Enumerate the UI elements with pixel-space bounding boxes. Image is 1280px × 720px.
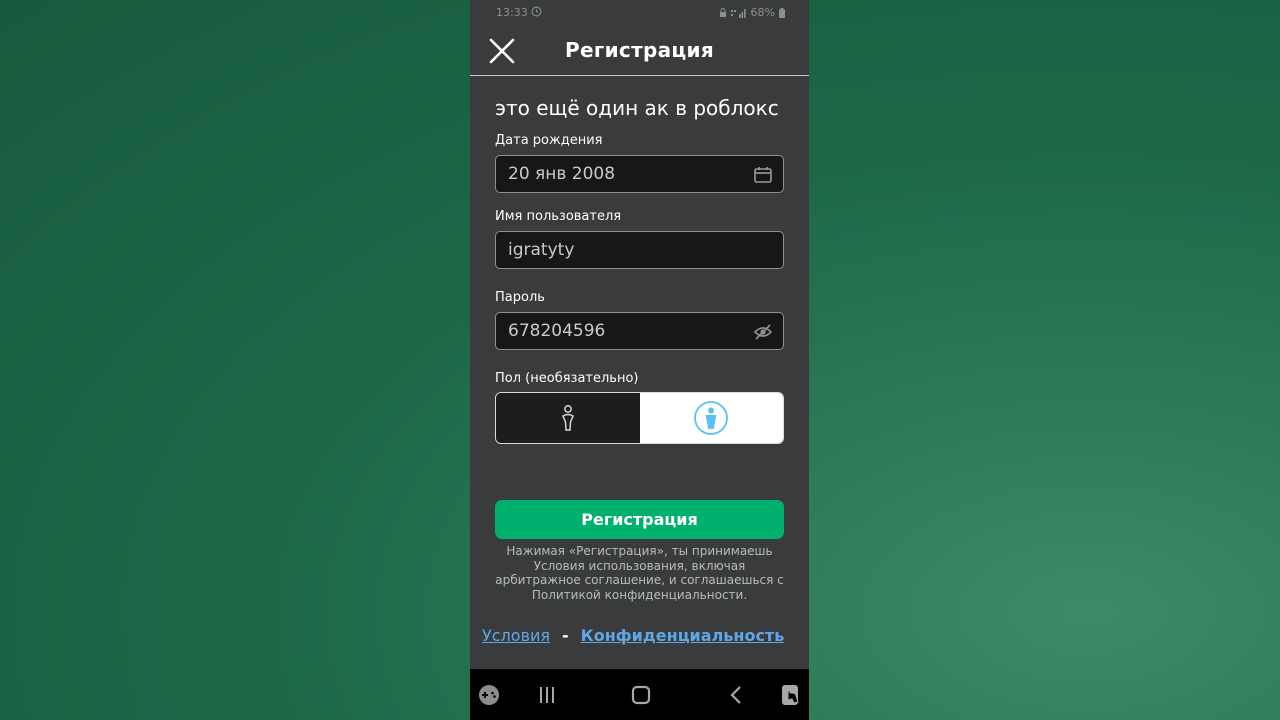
birthdate-field[interactable]: 20 янв 2008 (495, 155, 784, 193)
phone-screen: 13:33 68% Регистрация это ещё один ак в … (470, 0, 809, 720)
battery-percent: 68% (750, 6, 775, 19)
signal-icon (730, 8, 746, 18)
username-label: Имя пользователя (495, 209, 622, 224)
female-icon (561, 405, 574, 431)
password-label: Пароль (495, 290, 545, 305)
touch-protection-icon[interactable] (778, 682, 804, 708)
gender-toggle (495, 392, 784, 444)
calendar-icon[interactable] (753, 165, 773, 185)
password-value: 678204596 (508, 321, 606, 341)
eye-off-icon[interactable] (753, 322, 773, 342)
game-tools-icon[interactable] (476, 682, 502, 708)
birthdate-label: Дата рождения (495, 133, 603, 148)
title-bar: Регистрация (470, 26, 809, 76)
back-icon[interactable] (724, 682, 750, 708)
home-icon[interactable] (628, 682, 654, 708)
legal-links: Условия - Конфиденциальность (482, 626, 802, 645)
gender-female-option[interactable] (496, 393, 640, 443)
password-field[interactable]: 678204596 (495, 312, 784, 350)
overlay-caption: это ещё один ак в роблокс (495, 96, 779, 120)
gender-male-option[interactable] (639, 393, 783, 443)
battery-icon (779, 7, 785, 18)
male-icon (694, 401, 729, 435)
gender-label: Пол (необязательно) (495, 371, 639, 386)
page-title: Регистрация (565, 38, 714, 62)
recent-apps-icon[interactable] (534, 682, 560, 708)
status-indicators: 68% (719, 6, 785, 19)
privacy-link[interactable]: Конфиденциальность (581, 626, 785, 645)
legal-text: Нажимая «Регистрация», ты принимаешь Усл… (495, 544, 784, 602)
lock-icon (719, 7, 726, 17)
signup-button[interactable]: Регистрация (495, 500, 784, 539)
birthdate-value: 20 янв 2008 (508, 164, 616, 184)
terms-link[interactable]: Условия (482, 626, 550, 645)
android-nav-bar (470, 669, 809, 720)
status-time: 13:33 (496, 6, 528, 19)
username-value: igratyty (508, 240, 575, 260)
links-separator: - (562, 626, 569, 645)
status-bar: 13:33 68% (470, 0, 809, 26)
username-field[interactable]: igratyty (495, 231, 784, 269)
clock-alarm-icon (531, 6, 542, 17)
